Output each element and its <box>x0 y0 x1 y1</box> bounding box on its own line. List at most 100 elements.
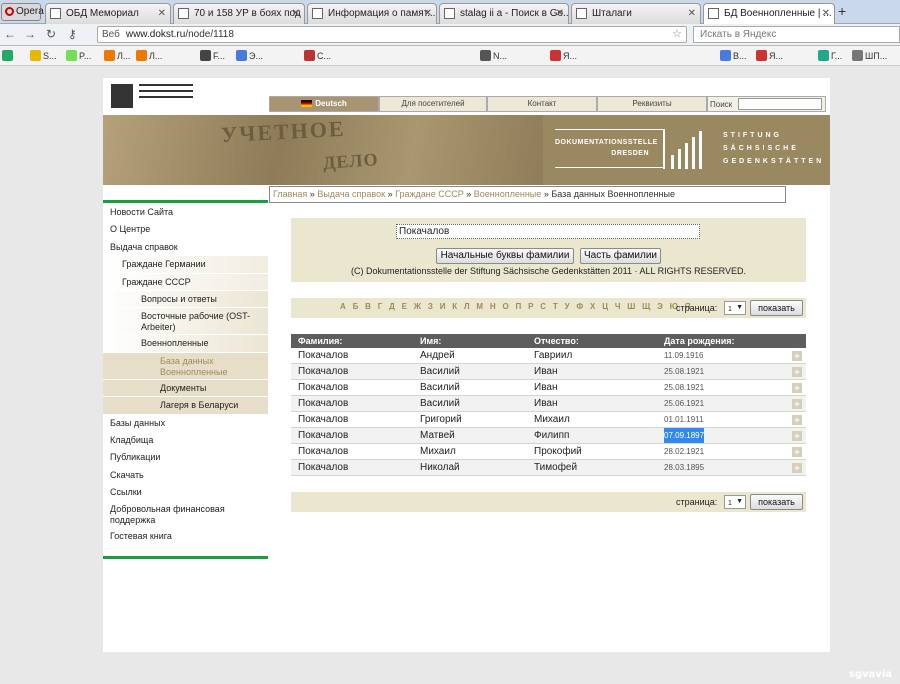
bookmark-item[interactable]: ШП... <box>852 49 887 63</box>
search-initial-letters-button[interactable]: Начальные буквы фамилии <box>436 248 574 264</box>
sidebar-item-pow[interactable]: Военнопленные <box>103 335 268 353</box>
expand-icon[interactable]: + <box>792 383 802 393</box>
sidebar-item-faq[interactable]: Вопросы и ответы <box>103 290 268 309</box>
expand-icon[interactable]: + <box>792 431 802 441</box>
yandex-search-input[interactable]: Искать в Яндекс <box>693 26 900 43</box>
new-tab-icon[interactable]: + <box>838 3 846 19</box>
bookmark-item[interactable]: Я... <box>756 49 783 63</box>
breadcrumb-link[interactable]: Главная <box>273 189 307 199</box>
sidebar-item-databases[interactable]: Базы данных <box>103 415 268 432</box>
table-row[interactable]: Покачалов Андрей Гавриил 11.09.1916 + <box>291 348 806 364</box>
site-search: Поиск <box>707 96 826 112</box>
tab-70-158-ur[interactable]: 70 и 158 УР в боях под ... ✕ <box>173 3 305 24</box>
show-page-button[interactable]: показать <box>750 494 803 510</box>
stiftung-logo-icon <box>663 129 707 169</box>
sidebar-item-news[interactable]: Новости Сайта <box>103 204 268 222</box>
tab-info-memorial[interactable]: Информация о памят... ✕ <box>307 3 437 24</box>
bookmark-star-icon[interactable]: ☆ <box>672 27 682 42</box>
breadcrumb-link[interactable]: Граждане СССР <box>395 189 464 199</box>
search-panel: Покачалов Начальные буквы фамилии Часть … <box>291 218 806 282</box>
close-tab-icon[interactable]: ✕ <box>424 4 432 23</box>
tab-stalags[interactable]: Шталаги ✕ <box>571 3 701 24</box>
nav-deutsch[interactable]: Deutsch <box>269 96 379 112</box>
expand-icon[interactable]: + <box>792 415 802 425</box>
bookmark-item[interactable]: F... <box>200 49 225 63</box>
bookmark-item[interactable]: N... <box>480 49 507 63</box>
bookmark-icon <box>66 50 77 61</box>
sidebar-item-cemeteries[interactable]: Кладбища <box>103 432 268 450</box>
tab-google-stalag[interactable]: stalag ii a - Поиск в Go... ✕ <box>439 3 569 24</box>
page-label: страница: <box>676 497 718 507</box>
address-bar[interactable]: Веб www.dokst.ru/node/1118 ☆ <box>97 26 687 43</box>
sidebar-item-publications[interactable]: Публикации <box>103 449 268 467</box>
expand-icon[interactable]: + <box>792 399 802 409</box>
sidebar-item-links[interactable]: Ссылки <box>103 484 268 502</box>
expand-icon[interactable]: + <box>792 463 802 473</box>
sidebar-item-ussr-citizens[interactable]: Граждане СССР <box>103 273 268 291</box>
bookmark-item[interactable]: Л... <box>104 49 130 63</box>
expand-icon[interactable]: + <box>792 447 802 457</box>
bookmark-item[interactable]: Г... <box>818 49 842 63</box>
surname-input[interactable]: Покачалов <box>396 224 700 239</box>
table-row[interactable]: Покачалов Василий Иван 25.08.1921 + <box>291 364 806 380</box>
table-row[interactable]: Покачалов Матвей Филипп 07.09.1897 + <box>291 428 806 444</box>
table-header: Фамилия: Имя: Отчество: Дата рождения: <box>291 334 806 348</box>
close-tab-icon[interactable]: ✕ <box>822 4 830 23</box>
table-row[interactable]: Покачалов Николай Тимофей 28.03.1895 + <box>291 460 806 476</box>
sidebar-item-guestbook[interactable]: Гостевая книга <box>103 528 268 546</box>
expand-icon[interactable]: + <box>792 351 802 361</box>
close-tab-icon[interactable]: ✕ <box>556 4 564 23</box>
tab-obd-memorial[interactable]: ОБД Мемориал ✕ <box>45 3 171 24</box>
bookmark-icon <box>136 50 147 61</box>
key-icon[interactable]: ⚷ <box>68 27 77 41</box>
sidebar-item-belarus-camps[interactable]: Лагеря в Беларуси <box>103 397 268 415</box>
nav-contact[interactable]: Контакт <box>487 96 597 112</box>
nav-for-visitors[interactable]: Для посетителей <box>379 96 487 112</box>
table-row[interactable]: Покачалов Михаил Прокофий 28.02.1921 + <box>291 444 806 460</box>
close-tab-icon[interactable]: ✕ <box>158 4 166 23</box>
page-select[interactable]: 1 ▼ <box>724 301 746 315</box>
sidebar-item-download[interactable]: Скачать <box>103 467 268 485</box>
sidebar-item-germany-citizens[interactable]: Граждане Германии <box>103 256 268 274</box>
tab-bd-pow[interactable]: БД Военнопленные | ... ✕ <box>703 3 835 24</box>
breadcrumb-current: База данных Военнопленные <box>551 189 675 199</box>
search-input[interactable] <box>738 98 822 110</box>
expand-icon[interactable]: + <box>792 367 802 377</box>
reload-icon[interactable]: ↻ <box>46 27 56 41</box>
forward-icon[interactable]: → <box>24 27 36 41</box>
bookmark-item[interactable]: С... <box>304 49 331 63</box>
breadcrumb-link[interactable]: Военнопленные <box>474 189 542 199</box>
table-row[interactable]: Покачалов Василий Иван 25.06.1921 + <box>291 396 806 412</box>
nav-requisites[interactable]: Реквизиты <box>597 96 707 112</box>
table-row[interactable]: Покачалов Григорий Михаил 01.01.1911 + <box>291 412 806 428</box>
bookmark-item[interactable]: Э... <box>236 49 263 63</box>
sidebar-item-donation[interactable]: Добровольная финансовая поддержка <box>103 501 268 529</box>
back-icon[interactable]: ← <box>4 27 16 41</box>
opera-menu-button[interactable]: Opera <box>1 3 44 21</box>
search-part-button[interactable]: Часть фамилии <box>580 248 661 264</box>
alphabet-links[interactable]: А Б В Г Д Е Ж З И К Л М Н О П Р С Т У Ф … <box>340 302 693 311</box>
close-tab-icon[interactable]: ✕ <box>292 4 300 23</box>
sidebar-item-about[interactable]: О Центре <box>103 221 268 239</box>
sidebar-item-documents[interactable]: Документы <box>103 379 268 398</box>
sidebar-item-pow-database[interactable]: База данных Военнопленные <box>103 352 268 380</box>
banner-stamp-text: ДЕЛО <box>322 149 380 173</box>
bookmark-item[interactable] <box>2 49 15 63</box>
sidebar-item-certificates[interactable]: Выдача справок <box>103 239 268 257</box>
bookmark-item[interactable]: Л... <box>136 49 162 63</box>
favicon-icon <box>50 8 61 19</box>
bookmark-item[interactable]: P... <box>66 49 91 63</box>
bookmark-item[interactable]: S... <box>30 49 57 63</box>
table-row[interactable]: Покачалов Василий Иван 25.08.1921 + <box>291 380 806 396</box>
selected-date-text: 07.09.1897 <box>664 428 705 443</box>
logo-mark-icon <box>111 84 133 108</box>
bookmark-item[interactable]: В... <box>720 49 747 63</box>
breadcrumb-link[interactable]: Выдача справок <box>317 189 385 199</box>
site-logo[interactable] <box>111 84 193 108</box>
sidebar-item-ost-arbeiter[interactable]: Восточные рабочие (OST-Arbeiter) <box>103 308 268 336</box>
chevron-down-icon: ▼ <box>736 304 743 311</box>
bookmark-item[interactable]: Я... <box>550 49 577 63</box>
page-select[interactable]: 1 ▼ <box>724 495 746 509</box>
close-tab-icon[interactable]: ✕ <box>688 4 696 23</box>
show-page-button[interactable]: показать <box>750 300 803 316</box>
